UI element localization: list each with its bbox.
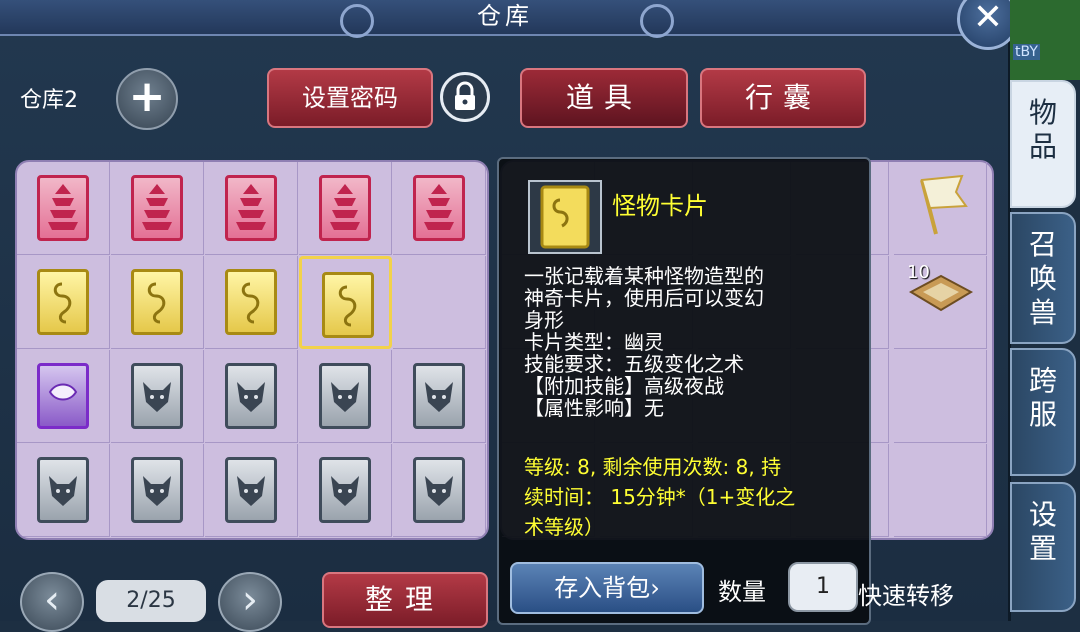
monster-card-icon <box>225 269 277 335</box>
purple-card-icon <box>37 363 89 429</box>
grid-slot[interactable] <box>299 444 392 537</box>
wolf-card-icon <box>131 457 183 523</box>
wolf-card-icon <box>37 457 89 523</box>
tooltip-description-line: 【属性影响】无 <box>524 396 664 420</box>
side-tab-label: 召唤兽 <box>1028 228 1057 329</box>
grid-slot[interactable] <box>205 350 298 443</box>
grid-slot[interactable] <box>111 350 204 443</box>
tooltip-stats: 等级: 8, 剩余使用次数: 8, 持 续时间： 15分钟*（1+变化之 术等级… <box>524 452 844 542</box>
ornament-right-icon <box>640 4 674 38</box>
side-tab[interactable]: 物品 <box>1010 80 1076 208</box>
pagoda-card-icon <box>225 175 277 241</box>
grid-slot[interactable] <box>111 444 204 537</box>
sort-button[interactable]: 整理 <box>322 572 488 628</box>
tooltip-stats-line: 续时间： 15分钟*（1+变化之 <box>524 485 796 509</box>
pagoda-card-icon <box>319 175 371 241</box>
monster-card-icon <box>322 272 374 338</box>
wolf-card-icon <box>319 457 371 523</box>
grid-slot[interactable] <box>393 350 486 443</box>
ornament-left-icon <box>340 4 374 38</box>
add-warehouse-button[interactable]: + <box>116 68 178 130</box>
quantity-input[interactable]: 1 <box>788 562 858 612</box>
tooltip-description-line: 技能要求：五级变化之术 <box>524 352 744 376</box>
pagoda-card-icon <box>413 175 465 241</box>
grid-slot[interactable] <box>17 350 110 443</box>
grid-slot[interactable] <box>299 256 392 349</box>
tab-items[interactable]: 道具 <box>520 68 688 128</box>
tooltip-description-line: 一张记载着某种怪物造型的 <box>524 264 764 288</box>
set-password-button[interactable]: 设置密码 <box>267 68 433 128</box>
side-tab[interactable]: 召唤兽 <box>1010 212 1076 344</box>
wolf-card-icon <box>413 363 465 429</box>
flag-item-icon[interactable] <box>912 172 972 238</box>
wolf-card-icon <box>413 457 465 523</box>
empty-grid-slot[interactable] <box>393 256 486 349</box>
wolf-card-icon <box>225 363 277 429</box>
side-tab[interactable]: 设置 <box>1010 482 1076 612</box>
store-to-bag-label: 存入背包 <box>554 574 651 602</box>
tooltip-description-line: 卡片类型：幽灵 <box>524 330 664 354</box>
background-scene <box>1010 0 1080 80</box>
tab-bag[interactable]: 行囊 <box>700 68 866 128</box>
tooltip-description-line: 神奇卡片，使用后可以变幻 <box>524 286 764 310</box>
grid-slot[interactable] <box>299 162 392 255</box>
warehouse-grid <box>15 160 489 540</box>
grid-slot[interactable] <box>111 256 204 349</box>
tooltip-item-icon <box>528 180 602 254</box>
side-tab-label: 跨服 <box>1028 364 1057 431</box>
inventory-slot[interactable] <box>894 350 987 443</box>
page-indicator: 2/25 <box>96 580 206 622</box>
tooltip-item-name: 怪物卡片 <box>612 192 708 220</box>
side-tab-label: 物品 <box>1028 96 1057 163</box>
window-title: 仓库 <box>477 2 533 30</box>
grid-slot[interactable] <box>111 162 204 255</box>
grid-slot[interactable] <box>393 444 486 537</box>
quantity-label: 数量 <box>718 578 766 606</box>
grid-slot[interactable] <box>205 256 298 349</box>
wolf-card-icon <box>225 457 277 523</box>
wolf-card-icon <box>319 363 371 429</box>
side-tab-label: 设置 <box>1028 498 1057 565</box>
grid-slot[interactable] <box>205 162 298 255</box>
tooltip-description-line: 【附加技能】高级夜战 <box>524 374 724 398</box>
grid-slot[interactable] <box>205 444 298 537</box>
next-page-button[interactable]: › <box>218 572 282 632</box>
prev-page-button[interactable]: ‹ <box>20 572 84 632</box>
grid-slot[interactable] <box>17 162 110 255</box>
chevron-right-icon: › <box>650 574 660 602</box>
lock-icon[interactable] <box>440 72 490 122</box>
side-tab[interactable]: 跨服 <box>1010 348 1076 476</box>
wolf-card-icon <box>131 363 183 429</box>
monster-card-icon <box>131 269 183 335</box>
item-count: 10 <box>907 262 930 283</box>
store-to-bag-button[interactable]: 存入背包› <box>510 562 704 614</box>
quick-transfer-label[interactable]: 快速转移 <box>858 576 954 611</box>
tooltip-stats-line: 术等级） <box>524 515 604 539</box>
grid-slot[interactable] <box>17 256 110 349</box>
grid-slot[interactable] <box>393 162 486 255</box>
pagoda-card-icon <box>37 175 89 241</box>
monster-card-icon <box>37 269 89 335</box>
tooltip-description: 一张记载着某种怪物造型的 神奇卡片，使用后可以变幻 身形 卡片类型：幽灵 技能要… <box>524 265 834 419</box>
warehouse-label: 仓库2 <box>20 88 78 113</box>
background-scene-text: tBY <box>1013 44 1040 60</box>
pagoda-card-icon <box>131 175 183 241</box>
tooltip-stats-line: 等级: 8, 剩余使用次数: 8, 持 <box>524 455 782 479</box>
grid-slot[interactable] <box>17 444 110 537</box>
inventory-slot[interactable] <box>894 444 987 537</box>
grid-slot[interactable] <box>299 350 392 443</box>
tooltip-description-line: 身形 <box>524 308 564 332</box>
